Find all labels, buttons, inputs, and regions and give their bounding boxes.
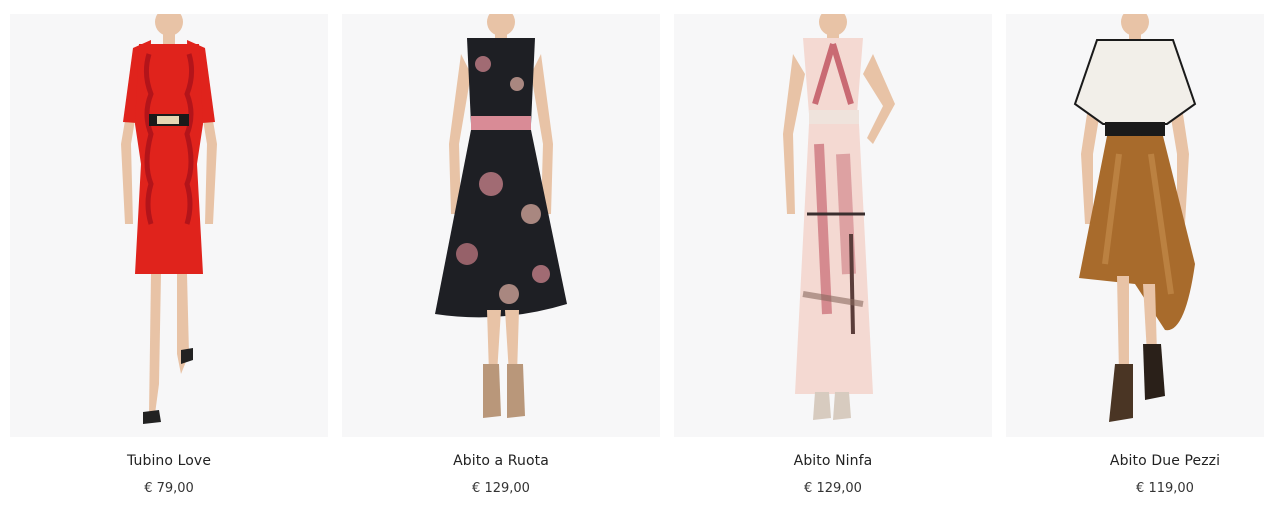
product-price: € 79,00 (144, 481, 194, 496)
model-figure (435, 14, 567, 418)
product-image[interactable] (10, 14, 328, 437)
product-price: € 119,00 (1136, 481, 1194, 496)
product-card[interactable]: Tubino Love € 79,00 (10, 14, 328, 496)
product-price: € 129,00 (804, 481, 862, 496)
product-name[interactable]: Abito a Ruota (342, 453, 660, 469)
product-image[interactable] (1006, 14, 1264, 437)
product-name[interactable]: Abito Ninfa (674, 453, 992, 469)
product-name[interactable]: Tubino Love (10, 453, 328, 469)
product-card[interactable]: Abito Ninfa € 129,00 (674, 14, 992, 496)
model-figure (121, 14, 217, 424)
product-image[interactable] (674, 14, 992, 437)
product-image[interactable] (342, 14, 660, 437)
product-grid: Tubino Love € 79,00 Abito a Ruota € 129,… (0, 0, 1264, 507)
product-name[interactable]: Abito Due Pezzi (1036, 453, 1264, 469)
model-figure (783, 14, 895, 420)
product-price: € 129,00 (472, 481, 530, 496)
product-card[interactable]: Abito Due Pezzi € 119,00 (1006, 14, 1264, 496)
model-figure (1073, 14, 1197, 422)
product-card[interactable]: Abito a Ruota € 129,00 (342, 14, 660, 496)
